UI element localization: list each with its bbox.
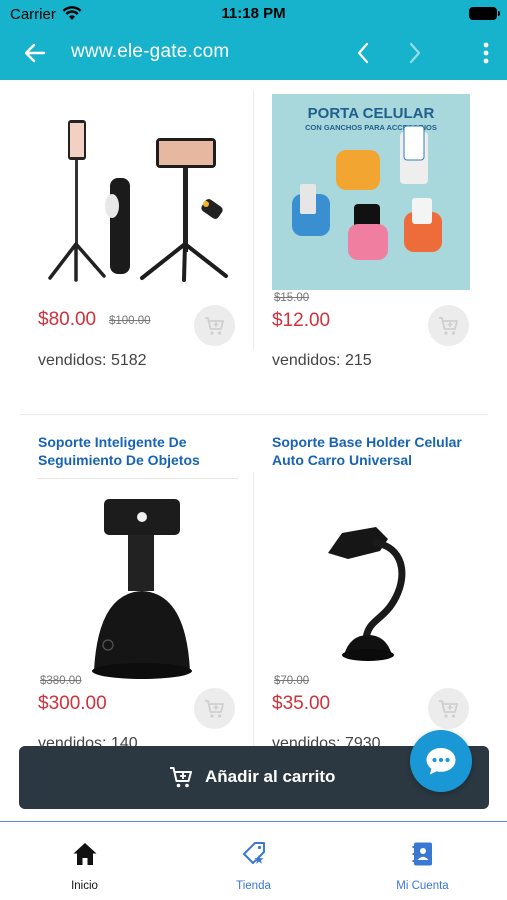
product-title[interactable]: Soporte Base Holder Celular Auto Carro U… xyxy=(272,433,472,469)
product-card[interactable]: Soporte Base Holder Celular Auto Carro U… xyxy=(272,433,472,752)
status-bar: Carrier 11:18 PM xyxy=(0,0,507,28)
tab-mi-cuenta[interactable]: Mi Cuenta xyxy=(338,822,507,900)
tab-inicio[interactable]: Inicio xyxy=(0,822,169,900)
add-to-cart-button[interactable] xyxy=(428,305,469,346)
chat-bubble-icon xyxy=(426,748,456,775)
product-old-price: $70.00 xyxy=(274,675,310,687)
product-sold: vendidos: 5182 xyxy=(38,352,147,369)
product-old-price: $15.00 xyxy=(274,292,310,304)
tab-label: Inicio xyxy=(71,880,98,892)
product-title[interactable]: Soporte Inteligente De Seguimiento De Ob… xyxy=(38,433,238,469)
add-to-cart-button[interactable] xyxy=(428,688,469,729)
product-image-heading: PORTA CELULAR xyxy=(308,105,435,122)
product-price: $12.00 xyxy=(272,310,331,331)
cart-plus-icon xyxy=(439,700,458,718)
tab-label: Mi Cuenta xyxy=(396,880,449,892)
product-image[interactable] xyxy=(38,94,236,290)
product-image[interactable]: PORTA CELULAR CON GANCHOS PARA ACCESORIO… xyxy=(272,94,470,290)
tab-tienda[interactable]: Tienda xyxy=(169,822,338,900)
clock: 11:18 PM xyxy=(221,5,286,22)
add-to-cart-button[interactable] xyxy=(194,688,235,729)
home-icon xyxy=(73,843,97,865)
url-text[interactable]: www.ele-gate.com xyxy=(71,41,229,63)
contact-book-icon xyxy=(412,842,432,866)
product-old-price: $100.00 xyxy=(109,315,151,327)
battery-icon xyxy=(469,7,500,20)
add-to-cart-label: Añadir al carrito xyxy=(205,767,336,786)
title-divider xyxy=(38,478,238,479)
column-divider xyxy=(253,90,254,350)
cart-plus-icon xyxy=(170,767,192,788)
tab-label: Tienda xyxy=(236,880,271,892)
cart-plus-icon xyxy=(439,317,458,335)
tag-star-icon xyxy=(243,842,265,864)
product-old-price: $380.00 xyxy=(40,675,82,687)
product-image[interactable] xyxy=(272,487,470,683)
more-vertical-icon[interactable] xyxy=(476,40,496,66)
product-card[interactable]: Soporte Inteligente De Seguimiento De Ob… xyxy=(38,433,238,752)
product-image[interactable] xyxy=(38,487,236,683)
product-price: $300.00 xyxy=(38,693,107,714)
product-sold: vendidos: 215 xyxy=(272,352,372,369)
bottom-tab-bar: Inicio Tienda Mi Cuenta xyxy=(0,821,507,900)
row-divider xyxy=(20,414,488,415)
product-price: $35.00 xyxy=(272,693,331,714)
product-price: $80.00 xyxy=(38,309,97,330)
chevron-left-icon[interactable] xyxy=(352,40,376,66)
product-grid: $80.00 $100.00 vendidos: 5182 PORTA CELU… xyxy=(0,80,507,822)
chat-button[interactable] xyxy=(410,730,472,792)
cart-plus-icon xyxy=(205,700,224,718)
add-to-cart-button[interactable] xyxy=(194,305,235,346)
back-arrow-icon[interactable] xyxy=(22,40,48,66)
cart-plus-icon xyxy=(205,317,224,335)
chevron-right-icon[interactable] xyxy=(402,40,426,66)
browser-toolbar: www.ele-gate.com xyxy=(0,28,507,80)
